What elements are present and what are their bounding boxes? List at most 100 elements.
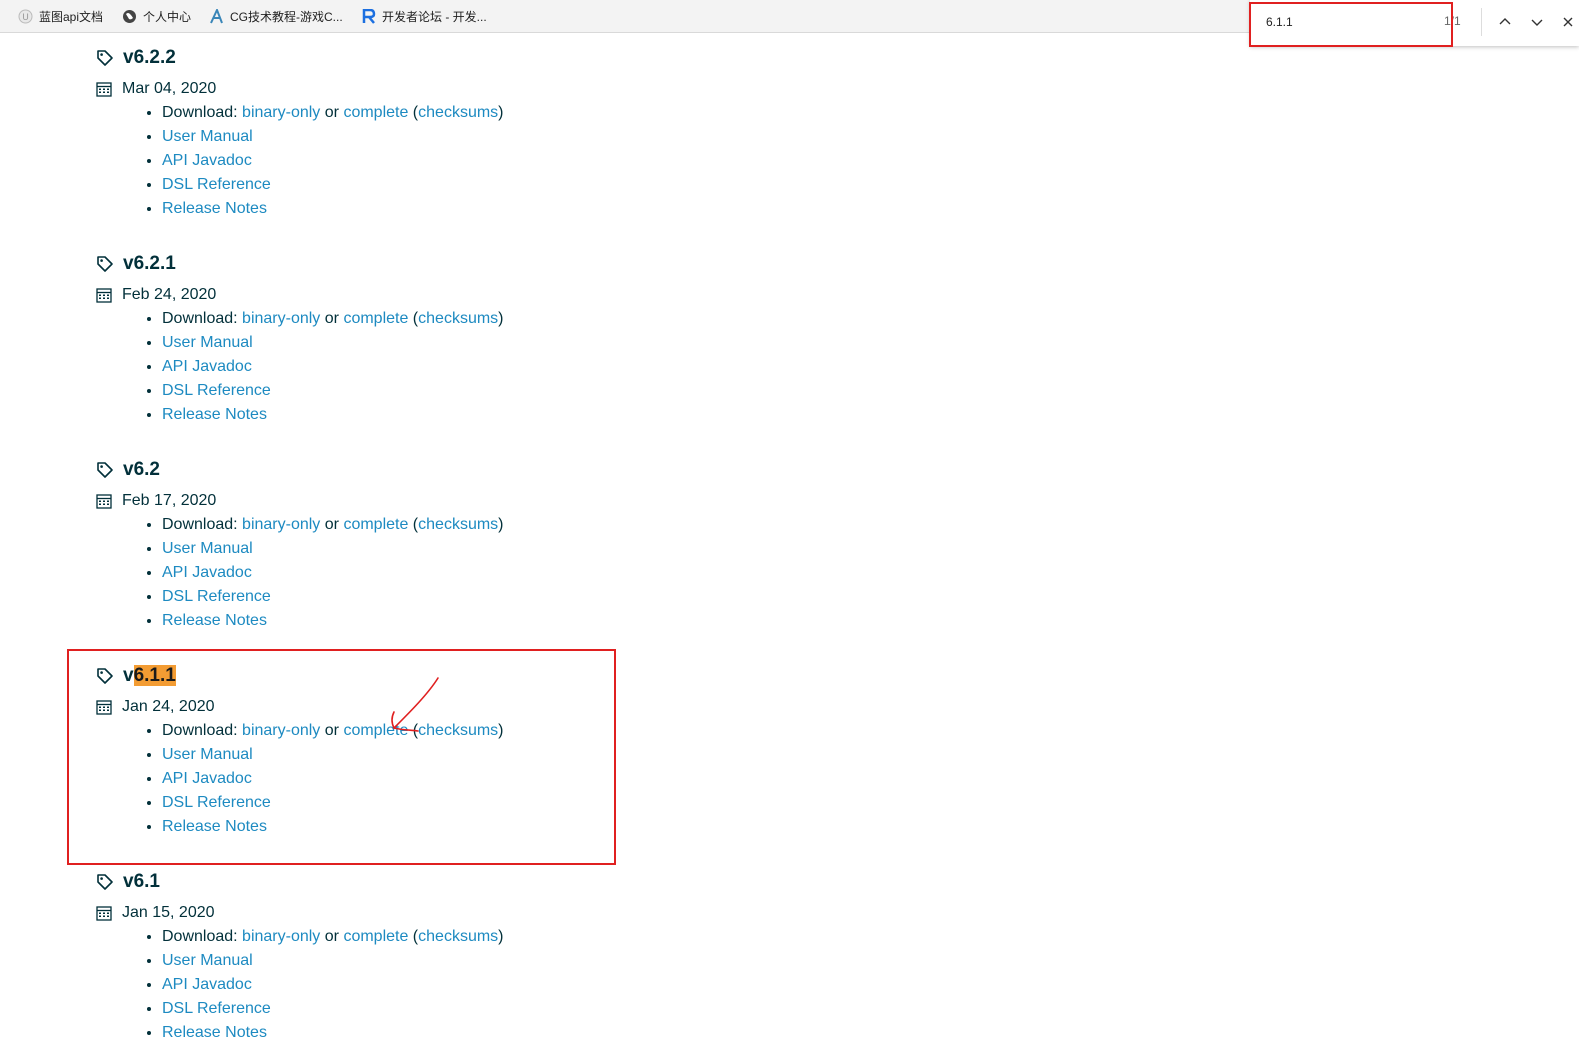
bookmark-blueprint-api[interactable]: U 蓝图api文档: [18, 7, 103, 25]
open-paren: (: [408, 104, 419, 121]
release-entry: v6.2 Feb 17, 2020 Download: binary-only …: [96, 457, 504, 633]
user-manual-link[interactable]: User Manual: [162, 128, 253, 145]
complete-link[interactable]: complete: [343, 104, 408, 121]
dsl-reference-item: DSL Reference: [162, 791, 504, 815]
release-notes-link[interactable]: Release Notes: [162, 1024, 267, 1041]
release-notes-item: Release Notes: [162, 609, 504, 633]
download-label: Download:: [162, 104, 243, 121]
download-item: Download: binary-only or complete (check…: [162, 719, 504, 743]
user-manual-item: User Manual: [162, 331, 504, 355]
binary-only-link[interactable]: binary-only: [242, 310, 320, 327]
user-manual-link[interactable]: User Manual: [162, 746, 253, 763]
version-prefix: v6.1: [123, 871, 160, 892]
close-paren: ): [498, 722, 504, 739]
release-links: Download: binary-only or complete (check…: [96, 925, 504, 1045]
download-item: Download: binary-only or complete (check…: [162, 513, 504, 537]
release-notes-link[interactable]: Release Notes: [162, 612, 267, 629]
release-title: v6.2.1: [96, 251, 504, 277]
api-javadoc-link[interactable]: API Javadoc: [162, 358, 252, 375]
checksums-link[interactable]: checksums: [418, 310, 498, 327]
dsl-reference-item: DSL Reference: [162, 997, 504, 1021]
release-notes-link[interactable]: Release Notes: [162, 406, 267, 423]
complete-link[interactable]: complete: [343, 516, 408, 533]
api-javadoc-item: API Javadoc: [162, 767, 504, 791]
calendar-icon: [96, 906, 112, 921]
api-javadoc-link[interactable]: API Javadoc: [162, 770, 252, 787]
download-item: Download: binary-only or complete (check…: [162, 925, 504, 949]
user-manual-link[interactable]: User Manual: [162, 952, 253, 969]
calendar-icon: [96, 494, 112, 509]
api-javadoc-link[interactable]: API Javadoc: [162, 152, 252, 169]
binary-only-link[interactable]: binary-only: [242, 516, 320, 533]
api-javadoc-link[interactable]: API Javadoc: [162, 976, 252, 993]
user-manual-link[interactable]: User Manual: [162, 540, 253, 557]
bookmark-personal-center[interactable]: 个人中心: [122, 7, 191, 25]
binary-only-link[interactable]: binary-only: [242, 928, 320, 945]
close-paren: ): [498, 104, 504, 121]
api-javadoc-item: API Javadoc: [162, 149, 504, 173]
api-javadoc-link[interactable]: API Javadoc: [162, 564, 252, 581]
dsl-reference-item: DSL Reference: [162, 173, 504, 197]
bookmark-cg-tutorial[interactable]: CG技术教程-游戏C...: [209, 7, 343, 25]
release-date: Jan 24, 2020: [122, 698, 215, 715]
user-manual-item: User Manual: [162, 125, 504, 149]
release-version: v6.1: [123, 871, 160, 893]
binary-only-link[interactable]: binary-only: [242, 722, 320, 739]
release-notes-link[interactable]: Release Notes: [162, 818, 267, 835]
dsl-reference-link[interactable]: DSL Reference: [162, 176, 271, 193]
dsl-reference-link[interactable]: DSL Reference: [162, 794, 271, 811]
find-previous-button[interactable]: [1495, 12, 1515, 32]
dsl-reference-link[interactable]: DSL Reference: [162, 588, 271, 605]
tag-icon: [97, 874, 113, 890]
unreal-icon: U: [18, 9, 33, 24]
find-close-button[interactable]: [1558, 12, 1578, 32]
a-logo-icon: [209, 8, 224, 24]
or-text: or: [320, 722, 344, 739]
bookmark-label: CG技术教程-游戏C...: [230, 9, 343, 24]
tag-icon: [97, 462, 113, 478]
release-entry: v6.1 Jan 15, 2020 Download: binary-only …: [96, 869, 504, 1045]
close-paren: ): [498, 928, 504, 945]
api-javadoc-item: API Javadoc: [162, 561, 504, 585]
download-label: Download:: [162, 722, 243, 739]
release-notes-link[interactable]: Release Notes: [162, 200, 267, 217]
release-notes-item: Release Notes: [162, 1021, 504, 1045]
complete-link[interactable]: complete: [343, 928, 408, 945]
download-label: Download:: [162, 310, 243, 327]
user-manual-link[interactable]: User Manual: [162, 334, 253, 351]
api-javadoc-item: API Javadoc: [162, 973, 504, 997]
version-prefix: v6.2.1: [123, 253, 176, 274]
release-entry: v6.2.1 Feb 24, 2020 Download: binary-onl…: [96, 251, 504, 427]
checksums-link[interactable]: checksums: [418, 104, 498, 121]
release-date: Feb 24, 2020: [122, 286, 217, 303]
close-paren: ): [498, 516, 504, 533]
checksums-link[interactable]: checksums: [418, 516, 498, 533]
checksums-link[interactable]: checksums: [418, 928, 498, 945]
checksums-link[interactable]: checksums: [418, 722, 498, 739]
download-item: Download: binary-only or complete (check…: [162, 101, 504, 125]
tag-icon: [97, 256, 113, 272]
binary-only-link[interactable]: binary-only: [242, 104, 320, 121]
find-input[interactable]: [1266, 13, 1436, 31]
close-icon: [1563, 17, 1573, 27]
release-version: v6.2.1: [123, 253, 176, 275]
dsl-reference-link[interactable]: DSL Reference: [162, 1000, 271, 1017]
or-text: or: [320, 310, 344, 327]
open-paren: (: [408, 722, 419, 739]
release-date-row: Mar 04, 2020: [96, 77, 504, 101]
find-match-count: 1/1: [1444, 14, 1461, 28]
calendar-icon: [96, 82, 112, 97]
complete-link[interactable]: complete: [343, 722, 408, 739]
release-notes-item: Release Notes: [162, 403, 504, 427]
dsl-reference-link[interactable]: DSL Reference: [162, 382, 271, 399]
calendar-icon: [96, 700, 112, 715]
release-version: v6.2.2: [123, 47, 176, 69]
find-next-button[interactable]: [1527, 12, 1547, 32]
release-links: Download: binary-only or complete (check…: [96, 307, 504, 427]
release-version: v6.1.1: [123, 665, 176, 687]
close-paren: ): [498, 310, 504, 327]
release-links: Download: binary-only or complete (check…: [96, 719, 504, 839]
complete-link[interactable]: complete: [343, 310, 408, 327]
bookmark-developer-forum[interactable]: 开发者论坛 - 开发...: [361, 7, 487, 25]
find-divider: [1481, 8, 1482, 36]
